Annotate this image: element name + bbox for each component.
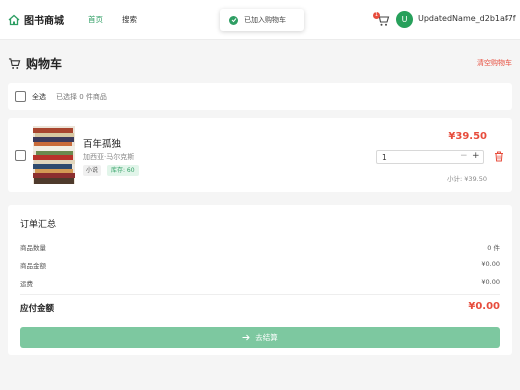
nav-home-link[interactable]: 首页 — [88, 14, 103, 25]
stock-badge: 库存: 60 — [107, 165, 139, 176]
item-price: ¥39.50 — [448, 131, 487, 142]
page-title-row: 购物车 — [8, 55, 62, 72]
checkout-button[interactable]: 去结算 — [20, 327, 500, 348]
summary-row-label: 商品数量 — [20, 244, 46, 252]
username[interactable]: UpdatedName_d2b1af7f — [418, 14, 516, 23]
trash-icon[interactable] — [494, 151, 504, 162]
quantity-input[interactable]: 1 — [382, 153, 387, 162]
quantity-stepper: 1 − + — [376, 150, 484, 164]
summary-row-value: ¥0.00 — [481, 278, 500, 286]
success-check-icon — [229, 15, 238, 25]
select-all-label: 全选 — [32, 93, 46, 101]
cart-icon — [8, 57, 21, 69]
toast-notification: 已加入购物车 — [220, 9, 304, 31]
page-title: 购物车 — [26, 57, 63, 71]
total-value: ¥0.00 — [468, 301, 500, 312]
summary-row-label: 运费 — [20, 280, 33, 288]
item-subtotal: 小计: ¥39.50 — [447, 175, 487, 183]
summary-row-value: 0 件 — [487, 244, 500, 252]
select-all-checkbox[interactable] — [15, 91, 26, 102]
nav-search-link[interactable]: 搜索 — [122, 14, 137, 25]
summary-row-value: ¥0.00 — [481, 260, 500, 268]
summary-row-amount: 商品金额 ¥0.00 — [20, 260, 500, 270]
decrement-button[interactable]: − — [460, 151, 468, 161]
cart-count-badge: 1 — [373, 12, 380, 19]
toast-message: 已加入购物车 — [244, 16, 286, 24]
summary-divider — [20, 294, 500, 295]
summary-row-label: 商品金额 — [20, 262, 46, 270]
cart-button[interactable]: 1 — [373, 12, 390, 27]
item-checkbox[interactable] — [15, 150, 26, 161]
book-cover-image[interactable] — [33, 126, 75, 184]
cart-item: 百年孤独 加西亚·马尔克斯 小说 库存: 60 ¥39.50 1 − + 小计:… — [8, 118, 512, 192]
summary-row-quantity: 商品数量 0 件 — [20, 242, 500, 252]
select-all-bar: 全选 已选择 0 件商品 — [8, 83, 512, 110]
chevron-down-icon[interactable]: ⌄ — [504, 14, 510, 22]
total-label: 应付金额 — [20, 304, 55, 314]
site-logo[interactable]: 图书商城 — [8, 12, 64, 27]
home-icon — [8, 14, 20, 25]
increment-button[interactable]: + — [472, 151, 480, 161]
summary-row-shipping: 运费 ¥0.00 — [20, 278, 500, 288]
category-tag: 小说 — [83, 165, 102, 176]
selected-count-text: 已选择 0 件商品 — [56, 93, 107, 101]
avatar[interactable]: U — [396, 11, 413, 28]
book-author: 加西亚·马尔克斯 — [83, 153, 135, 161]
logo-text: 图书商城 — [24, 16, 64, 27]
book-title[interactable]: 百年孤独 — [83, 136, 121, 150]
clear-cart-button[interactable]: 清空购物车 — [477, 58, 512, 68]
order-summary: 订单汇总 商品数量 0 件 商品金额 ¥0.00 运费 ¥0.00 应付金额 ¥… — [8, 205, 512, 355]
checkout-label: 去结算 — [255, 333, 278, 342]
summary-title: 订单汇总 — [20, 220, 57, 230]
top-navbar: 图书商城 首页 搜索 已加入购物车 1 U UpdatedName_d2b1af… — [0, 0, 520, 40]
arrow-right-icon — [242, 334, 250, 341]
